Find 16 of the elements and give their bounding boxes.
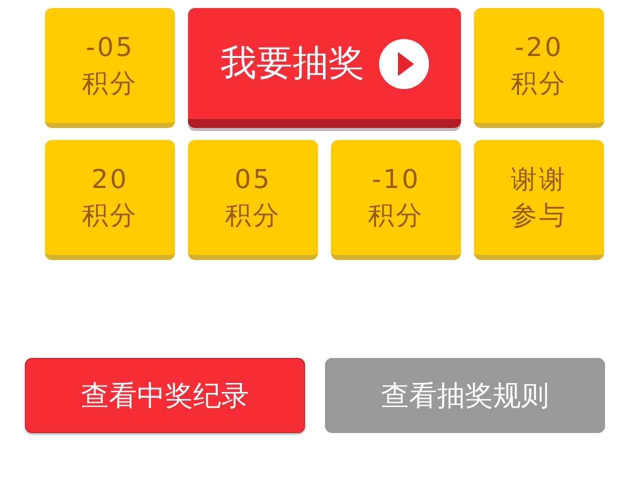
prize-amount: 谢谢 (511, 164, 567, 196)
draw-button[interactable]: 我要抽奖 (188, 8, 461, 128)
prize-amount: -05 (86, 32, 134, 64)
prize-unit: 积分 (82, 200, 138, 232)
prize-amount: -10 (372, 164, 420, 196)
prize-unit: 参与 (511, 200, 567, 232)
prize-amount: -20 (514, 32, 564, 64)
prize-amount: 05 (234, 164, 272, 196)
action-button[interactable]: 查看中奖纪录 (25, 358, 305, 433)
prize-unit: 积分 (225, 200, 281, 232)
action-button[interactable]: 查看抽奖规则 (325, 358, 605, 433)
prize-unit: 积分 (82, 68, 138, 100)
prize-amount: 20 (91, 164, 129, 196)
play-icon (378, 38, 428, 88)
prize-unit: 积分 (511, 68, 567, 100)
prize-unit: 积分 (368, 200, 424, 232)
